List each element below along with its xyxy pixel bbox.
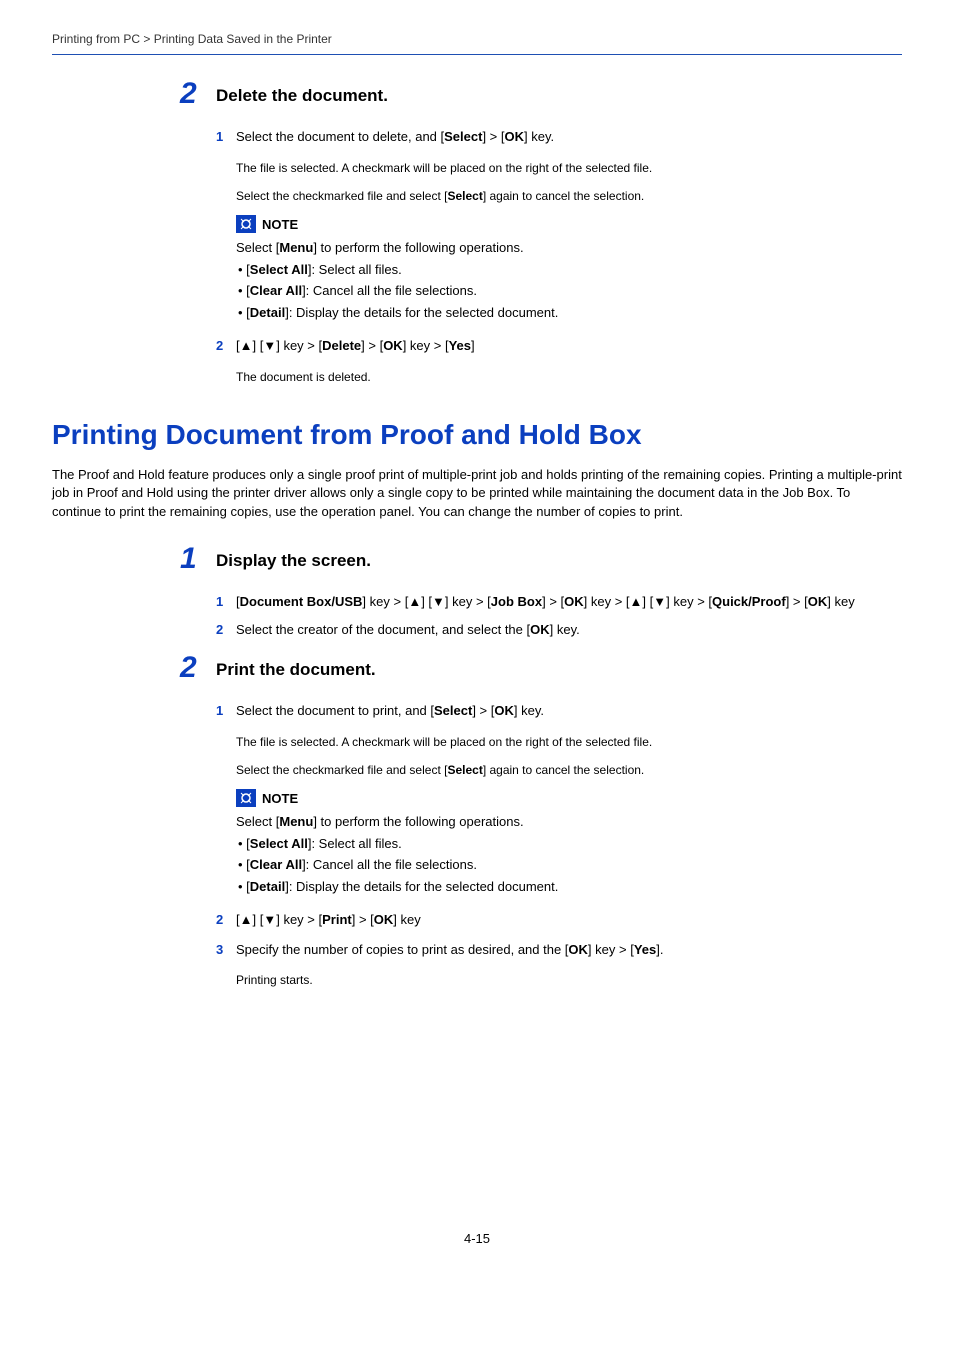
substep-number: 1 [216, 701, 236, 721]
page-number: 4-15 [52, 1229, 902, 1249]
substep: 2 [▲] [▼] key > [Print] > [OK] key [216, 910, 902, 930]
note-intro: Select [Menu] to perform the following o… [236, 238, 902, 258]
note-box: NOTE Select [Menu] to perform the follow… [236, 789, 902, 897]
note-bullet: • [Select All]: Select all files. [238, 834, 902, 854]
substep-number: 1 [216, 592, 236, 612]
substep-text: [▲] [▼] key > [Print] > [OK] key [236, 910, 902, 930]
substep-number: 1 [216, 127, 236, 147]
note-bullet: • [Clear All]: Cancel all the file selec… [238, 855, 902, 875]
substep-text: [▲] [▼] key > [Delete] > [OK] key > [Yes… [236, 336, 902, 356]
substep-number: 2 [216, 620, 236, 640]
step-display-screen: 1 Display the screen. [180, 548, 902, 574]
substep: 2 [▲] [▼] key > [Delete] > [OK] key > [Y… [216, 336, 902, 356]
substep-number: 2 [216, 910, 236, 930]
substep-text: [Document Box/USB] key > [▲] [▼] key > [… [236, 592, 902, 612]
note-label: NOTE [262, 215, 298, 235]
note-icon [236, 789, 256, 807]
body-text: Select the checkmarked file and select [… [236, 761, 902, 779]
step-number: 2 [180, 79, 216, 109]
body-text: The file is selected. A checkmark will b… [236, 733, 902, 751]
step-number: 2 [180, 653, 216, 683]
substep-number: 3 [216, 940, 236, 960]
step-number: 1 [180, 544, 216, 574]
substep-text: Specify the number of copies to print as… [236, 940, 902, 960]
substep-list: 1 Select the document to print, and [Sel… [216, 701, 902, 721]
note-icon [236, 215, 256, 233]
step-print-document: 2 Print the document. [180, 657, 902, 683]
substep: 1 Select the document to print, and [Sel… [216, 701, 902, 721]
body-text: The file is selected. A checkmark will b… [236, 159, 902, 177]
substep-list: 1 Select the document to delete, and [Se… [216, 127, 902, 147]
breadcrumb: Printing from PC > Printing Data Saved i… [52, 30, 902, 55]
section-intro: The Proof and Hold feature produces only… [52, 466, 902, 523]
note-bullet: • [Clear All]: Cancel all the file selec… [238, 281, 902, 301]
substep: 1 Select the document to delete, and [Se… [216, 127, 902, 147]
body-text: Select the checkmarked file and select [… [236, 187, 902, 205]
substep: 1 [Document Box/USB] key > [▲] [▼] key >… [216, 592, 902, 612]
substep-list: 2 [▲] [▼] key > [Delete] > [OK] key > [Y… [216, 336, 902, 356]
step-delete-document: 2 Delete the document. [180, 83, 902, 109]
substep-text: Select the creator of the document, and … [236, 620, 902, 640]
substep-text: Select the document to delete, and [Sele… [236, 127, 902, 147]
note-box: NOTE Select [Menu] to perform the follow… [236, 215, 902, 323]
note-bullet: • [Detail]: Display the details for the … [238, 303, 902, 323]
note-intro: Select [Menu] to perform the following o… [236, 812, 902, 832]
substep-number: 2 [216, 336, 236, 356]
step-title: Display the screen. [216, 548, 371, 574]
body-text: The document is deleted. [236, 368, 902, 386]
substep-text: Select the document to print, and [Selec… [236, 701, 902, 721]
substep-list: 2 [▲] [▼] key > [Print] > [OK] key 3 Spe… [216, 910, 902, 959]
substep: 2 Select the creator of the document, an… [216, 620, 902, 640]
note-label: NOTE [262, 789, 298, 809]
substep-list: 1 [Document Box/USB] key > [▲] [▼] key >… [216, 592, 902, 639]
step-title: Delete the document. [216, 83, 388, 109]
substep: 3 Specify the number of copies to print … [216, 940, 902, 960]
body-text: Printing starts. [236, 971, 902, 989]
note-bullet: • [Select All]: Select all files. [238, 260, 902, 280]
note-bullet: • [Detail]: Display the details for the … [238, 877, 902, 897]
step-title: Print the document. [216, 657, 376, 683]
section-heading: Printing Document from Proof and Hold Bo… [52, 414, 902, 456]
